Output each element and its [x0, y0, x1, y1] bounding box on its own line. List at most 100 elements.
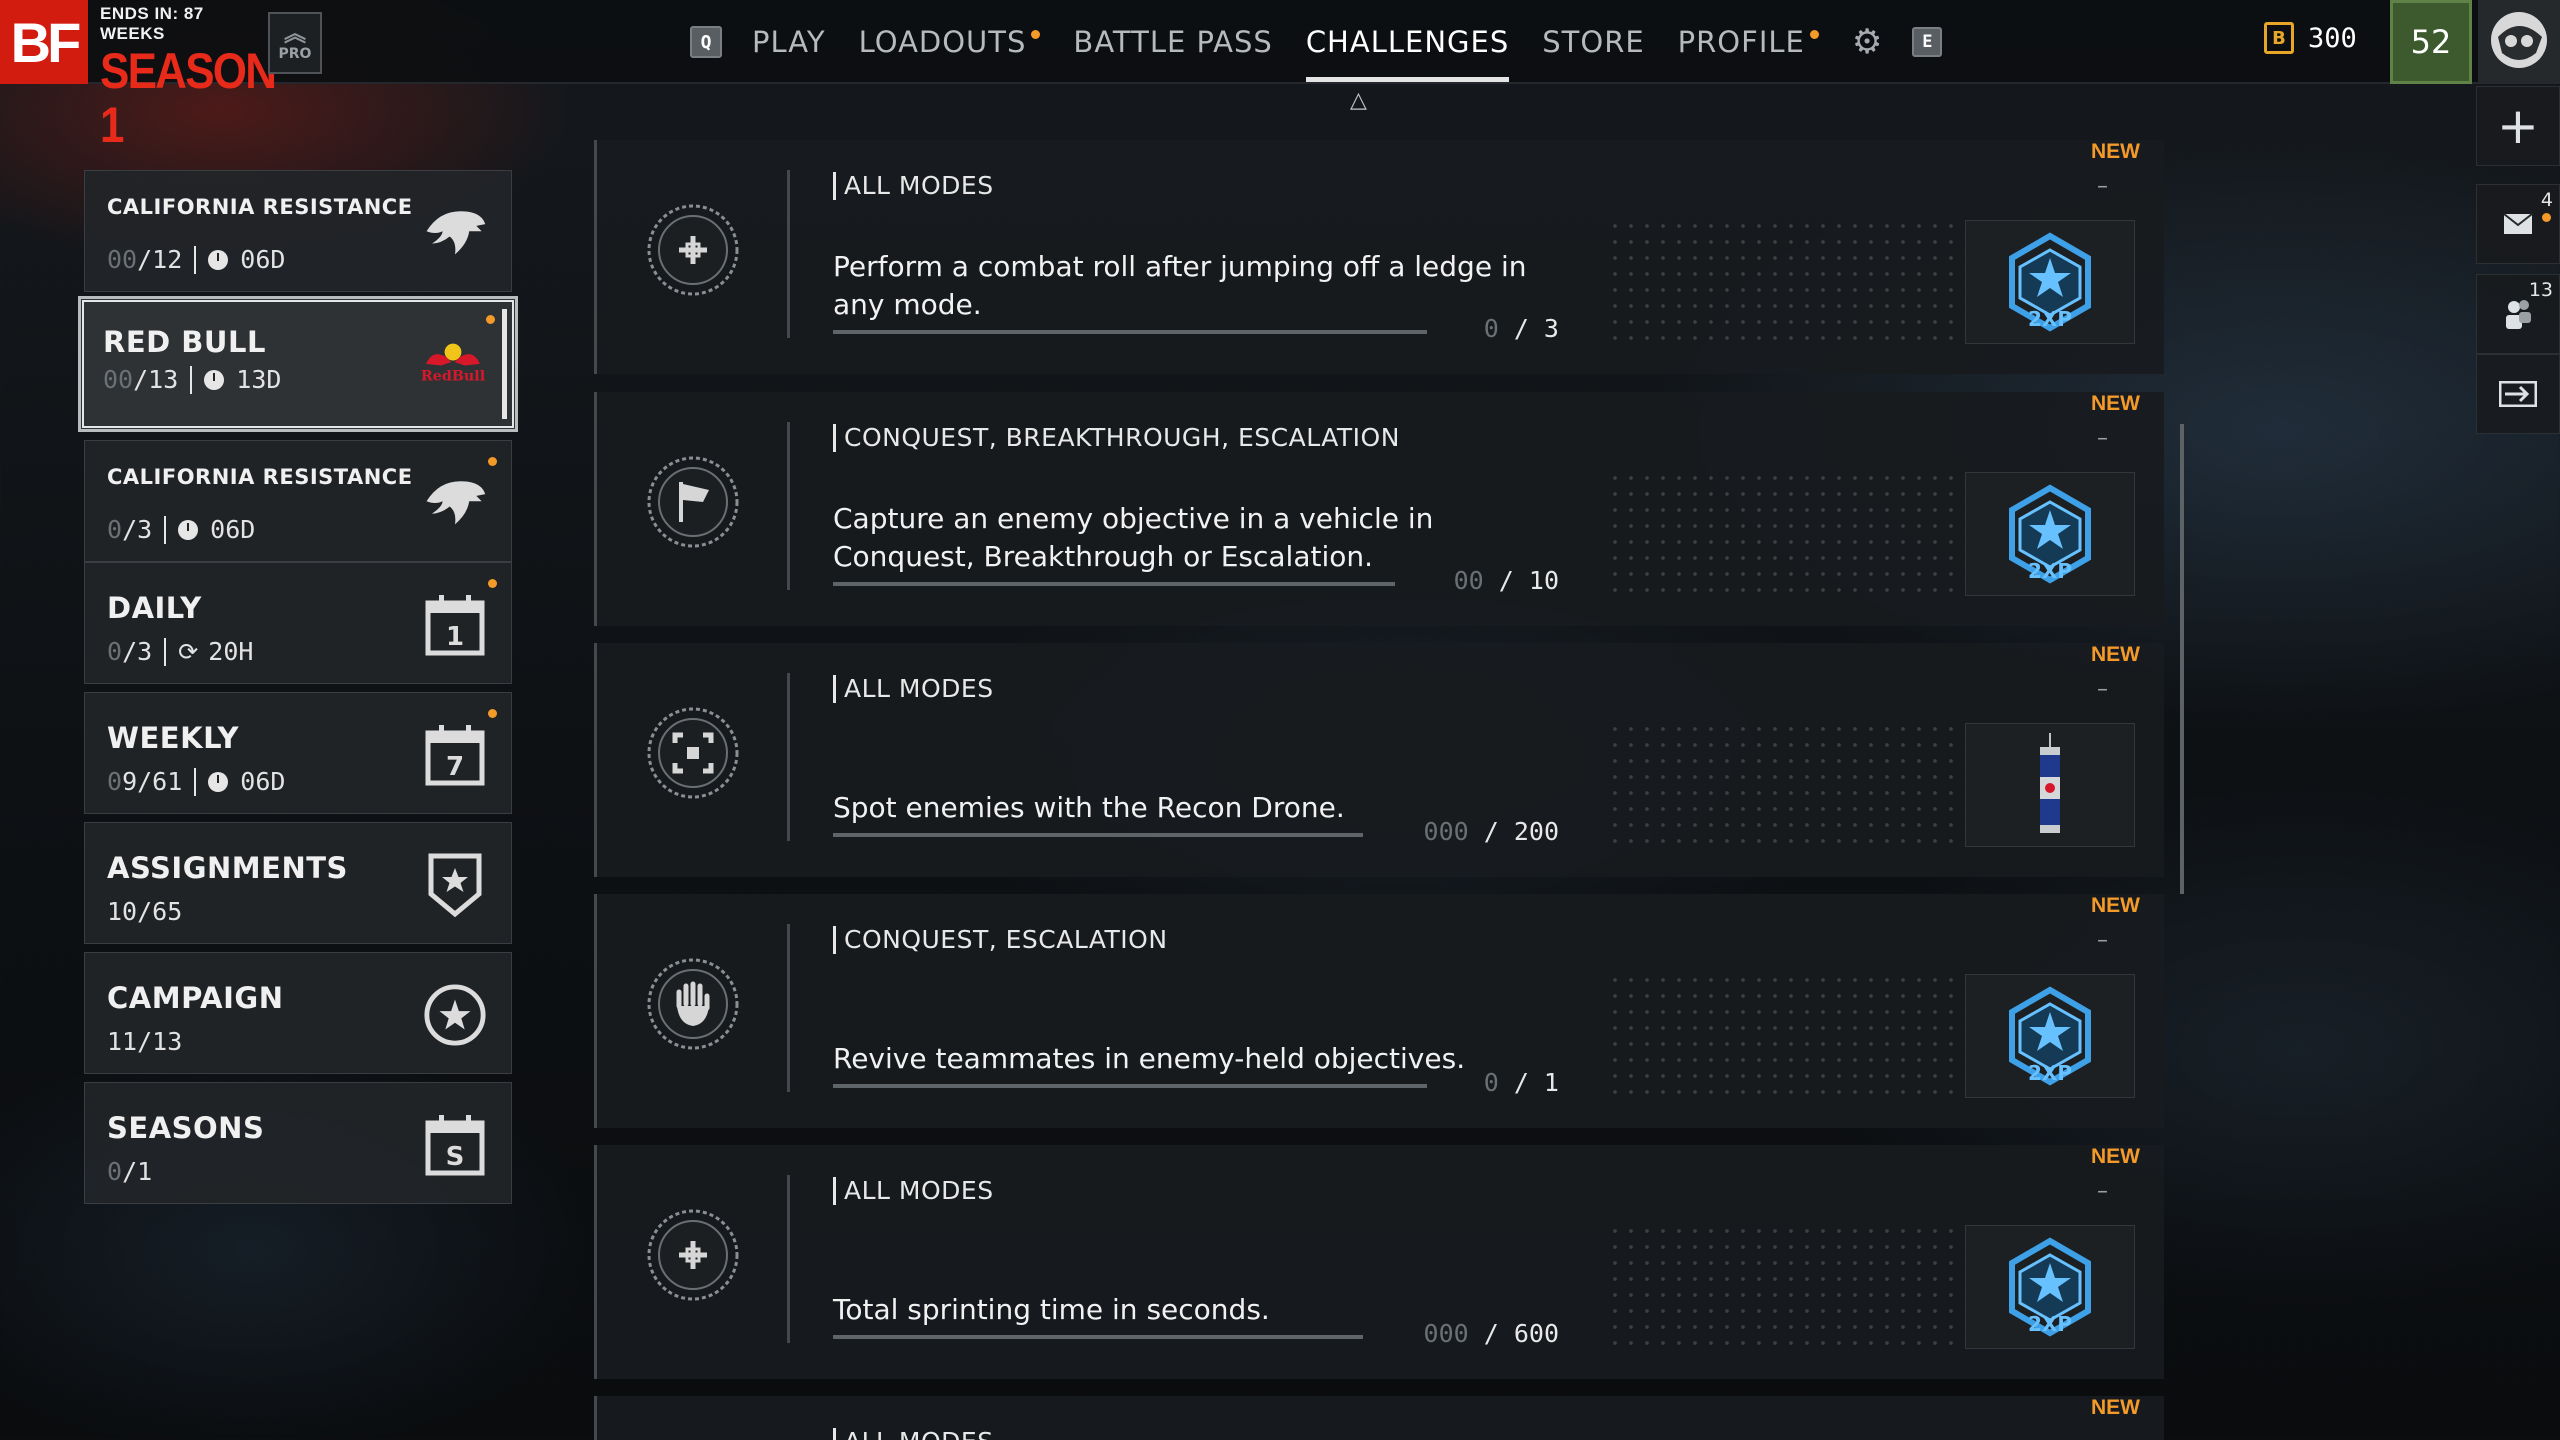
shield-star-icon — [423, 853, 487, 918]
category-title: RED BULL — [103, 325, 266, 359]
clock-icon — [178, 519, 199, 540]
category-seasons[interactable]: SEASONS 0/1 S — [84, 1082, 512, 1204]
decorative-dot-grid — [1607, 972, 1967, 1102]
add-friend-plus-icon[interactable]: + — [2476, 86, 2560, 166]
reward-2xp-token[interactable]: 2XP — [1965, 974, 2135, 1098]
crosshair-emblem-icon — [647, 204, 739, 296]
reward-2xp-token[interactable]: 2XP — [1965, 220, 2135, 344]
new-badge: NEW — [2091, 140, 2140, 163]
challenge-progress-bar — [833, 833, 1363, 837]
reward-2xp-token[interactable]: 2XP — [1965, 1225, 2135, 1349]
spot-emblem-icon — [647, 707, 739, 799]
category-weekly[interactable]: WEEKLY 0 9/61 06D 7 — [84, 692, 512, 814]
settings-gear-icon[interactable]: ⚙ — [1852, 22, 1882, 62]
redbull-logo: RedBull — [421, 331, 485, 395]
challenge-progress-bar — [833, 330, 1427, 334]
status-dash: – — [2097, 426, 2108, 451]
nav-challenges[interactable]: CHALLENGES — [1305, 0, 1510, 84]
nav-profile[interactable]: PROFILE — [1678, 0, 1819, 84]
calendar-1-icon: 1 — [423, 593, 487, 657]
divider — [164, 515, 167, 544]
challenge-card[interactable]: ALL MODES NEW — [594, 1396, 2164, 1440]
nav-play[interactable]: PLAY — [752, 0, 826, 84]
category-progress: 0/1 — [107, 1157, 152, 1186]
season-title: SEASON 1 — [100, 43, 277, 153]
mail-button[interactable]: 4 — [2476, 184, 2560, 264]
player-avatar[interactable] — [2478, 0, 2560, 84]
currency-balance[interactable]: B 300 — [2264, 22, 2357, 54]
nav-challenges-label: CHALLENGES — [1305, 25, 1510, 59]
new-badge: NEW — [2091, 1396, 2140, 1419]
category-progress: 0 9/61 06D — [107, 767, 285, 796]
decorative-dot-grid — [1607, 1223, 1967, 1353]
category-california-resistance[interactable]: CALIFORNIA RESISTANCE 0/3 06D — [84, 440, 512, 562]
exit-button[interactable] — [2476, 354, 2560, 434]
category-california-resistance[interactable]: CALIFORNIA RESISTANCE 00/12 06D — [84, 170, 512, 292]
challenge-list-scrollbar[interactable] — [2180, 424, 2184, 894]
challenge-progress: 000 / 600 — [1359, 1319, 1559, 1348]
challenge-card[interactable]: ALL MODES Total sprinting time in second… — [594, 1145, 2164, 1379]
reward-2xp-token[interactable]: 2XP — [1965, 472, 2135, 596]
nav-play-label: PLAY — [752, 25, 826, 59]
reward-redbull-can[interactable] — [1965, 723, 2135, 847]
card-divider — [787, 1175, 790, 1343]
2xp-badge-icon: 2XP — [2009, 986, 2091, 1086]
nav-loadouts[interactable]: LOADOUTS — [859, 0, 1041, 84]
challenge-progress: 000 / 200 — [1359, 817, 1559, 846]
notification-dot — [2542, 213, 2551, 222]
category-red-bull[interactable]: RED BULL 00/13 13D RedBull — [78, 296, 518, 432]
challenge-modes: ALL MODES — [833, 172, 994, 200]
season-banner[interactable]: ENDS IN: 87 WEEKS SEASON 1 — [100, 4, 277, 152]
notification-dot — [1031, 29, 1041, 39]
divider — [194, 767, 197, 796]
challenge-card[interactable]: ALL MODES Spot enemies with the Recon Dr… — [594, 643, 2164, 877]
friends-button[interactable]: 13 — [2476, 274, 2560, 354]
card-divider — [787, 924, 790, 1092]
svg-text:2XP: 2XP — [2028, 307, 2072, 331]
player-level-badge[interactable]: 52 — [2390, 0, 2472, 84]
nav-battle-pass[interactable]: BATTLE PASS — [1073, 0, 1272, 84]
challenge-description: Capture an enemy objective in a vehicle … — [833, 502, 1434, 573]
2xp-badge-icon: 2XP — [2009, 232, 2091, 332]
svg-text:S: S — [446, 1142, 465, 1172]
challenge-modes: CONQUEST, BREAKTHROUGH, ESCALATION — [833, 424, 1400, 452]
progress-count: 11/13 — [107, 1027, 183, 1056]
status-dash: – — [2097, 1179, 2108, 1204]
progress-count: /3 — [122, 637, 153, 666]
svg-text:1: 1 — [446, 622, 464, 652]
time-remaining: 13D — [236, 365, 282, 394]
category-campaign[interactable]: CAMPAIGN 11/13 — [84, 952, 512, 1074]
pro-rank-badge[interactable]: ︽ PRO — [268, 12, 322, 74]
challenge-card[interactable]: ALL MODES Perform a combat roll after ju… — [594, 140, 2164, 374]
game-logo: BF — [0, 0, 88, 84]
category-assignments[interactable]: ASSIGNMENTS 10/65 — [84, 822, 512, 944]
category-daily[interactable]: DAILY 0/3 ⟳ 20H 1 — [84, 562, 512, 684]
divider — [194, 245, 197, 274]
card-divider — [787, 170, 790, 338]
currency-amount: 300 — [2308, 22, 2357, 54]
challenge-card[interactable]: CONQUEST, ESCALATION Revive teammates in… — [594, 894, 2164, 1128]
progress-zero: 00 — [1453, 566, 1484, 595]
nav-next-key-hint[interactable]: E — [1912, 27, 1943, 57]
battlefield-coin-icon: B — [2264, 22, 2294, 54]
crosshair-emblem-icon — [647, 1209, 739, 1301]
progress-count: /12 — [137, 245, 183, 274]
decorative-dot-grid — [1607, 470, 1967, 600]
flag-emblem-icon — [647, 456, 739, 548]
challenge-modes: ALL MODES — [833, 1428, 994, 1440]
svg-text:7: 7 — [446, 752, 464, 782]
notification-dot — [488, 709, 497, 718]
notification-dot — [486, 315, 495, 324]
progress-zero: 00 — [103, 365, 134, 394]
category-progress: 0/3 ⟳ 20H — [107, 637, 253, 666]
status-dash: – — [2097, 677, 2108, 702]
nav-prev-key-hint[interactable]: Q — [690, 26, 722, 58]
nav-store[interactable]: STORE — [1542, 0, 1644, 84]
challenge-card[interactable]: CONQUEST, BREAKTHROUGH, ESCALATION Captu… — [594, 392, 2164, 626]
2xp-badge-icon: 2XP — [2009, 1237, 2091, 1337]
scroll-up-arrow-icon[interactable]: △ — [1350, 88, 1367, 113]
challenge-progress-bar — [833, 1084, 1427, 1088]
selection-scroll-indicator — [502, 309, 507, 419]
refresh-icon: ⟳ — [178, 637, 199, 666]
svg-text:2XP: 2XP — [2028, 1312, 2072, 1336]
